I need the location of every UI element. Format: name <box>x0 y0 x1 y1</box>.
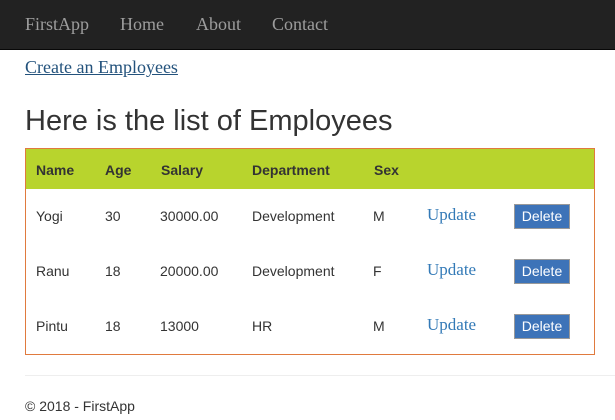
cell-department: Development <box>252 208 335 224</box>
table-row: Ranu 18 20000.00 Development F Update De… <box>26 244 594 299</box>
table-header-row: Name Age Salary Department Sex <box>26 149 594 189</box>
header-sex: Sex <box>374 162 399 178</box>
footer-copyright: © 2018 - FirstApp <box>25 398 135 414</box>
cell-name: Pintu <box>36 318 68 334</box>
delete-button[interactable]: Delete <box>514 314 570 339</box>
nav-contact[interactable]: Contact <box>272 14 328 34</box>
cell-department: HR <box>252 318 273 334</box>
cell-salary: 30000.00 <box>160 208 219 224</box>
table-row: Yogi 30 30000.00 Development M Update De… <box>26 189 594 244</box>
cell-age: 18 <box>105 318 121 334</box>
cell-salary: 20000.00 <box>160 263 219 279</box>
delete-button[interactable]: Delete <box>514 259 570 284</box>
page-title: Here is the list of Employees <box>25 105 393 137</box>
top-navbar: FirstApp Home About Contact <box>0 0 615 50</box>
cell-department: Development <box>252 263 335 279</box>
header-age: Age <box>105 162 132 178</box>
cell-name: Ranu <box>36 263 70 279</box>
cell-sex: F <box>373 263 382 279</box>
update-link[interactable]: Update <box>427 260 476 280</box>
cell-salary: 13000 <box>160 318 199 334</box>
nav-home[interactable]: Home <box>120 14 164 34</box>
cell-name: Yogi <box>36 208 63 224</box>
create-employee-link[interactable]: Create an Employees <box>25 56 178 78</box>
header-name: Name <box>36 162 75 178</box>
cell-sex: M <box>373 208 385 224</box>
delete-button[interactable]: Delete <box>514 204 570 229</box>
footer-divider <box>25 375 615 376</box>
cell-sex: M <box>373 318 385 334</box>
nav-about[interactable]: About <box>196 14 241 34</box>
cell-age: 18 <box>105 263 121 279</box>
table-row: Pintu 18 13000 HR M Update Delete <box>26 299 594 354</box>
brand-link[interactable]: FirstApp <box>25 14 89 34</box>
update-link[interactable]: Update <box>427 205 476 225</box>
update-link[interactable]: Update <box>427 315 476 335</box>
header-salary: Salary <box>161 162 204 178</box>
employees-table: Name Age Salary Department Sex Yogi 30 3… <box>25 148 595 355</box>
cell-age: 30 <box>105 208 121 224</box>
header-department: Department <box>252 162 330 178</box>
